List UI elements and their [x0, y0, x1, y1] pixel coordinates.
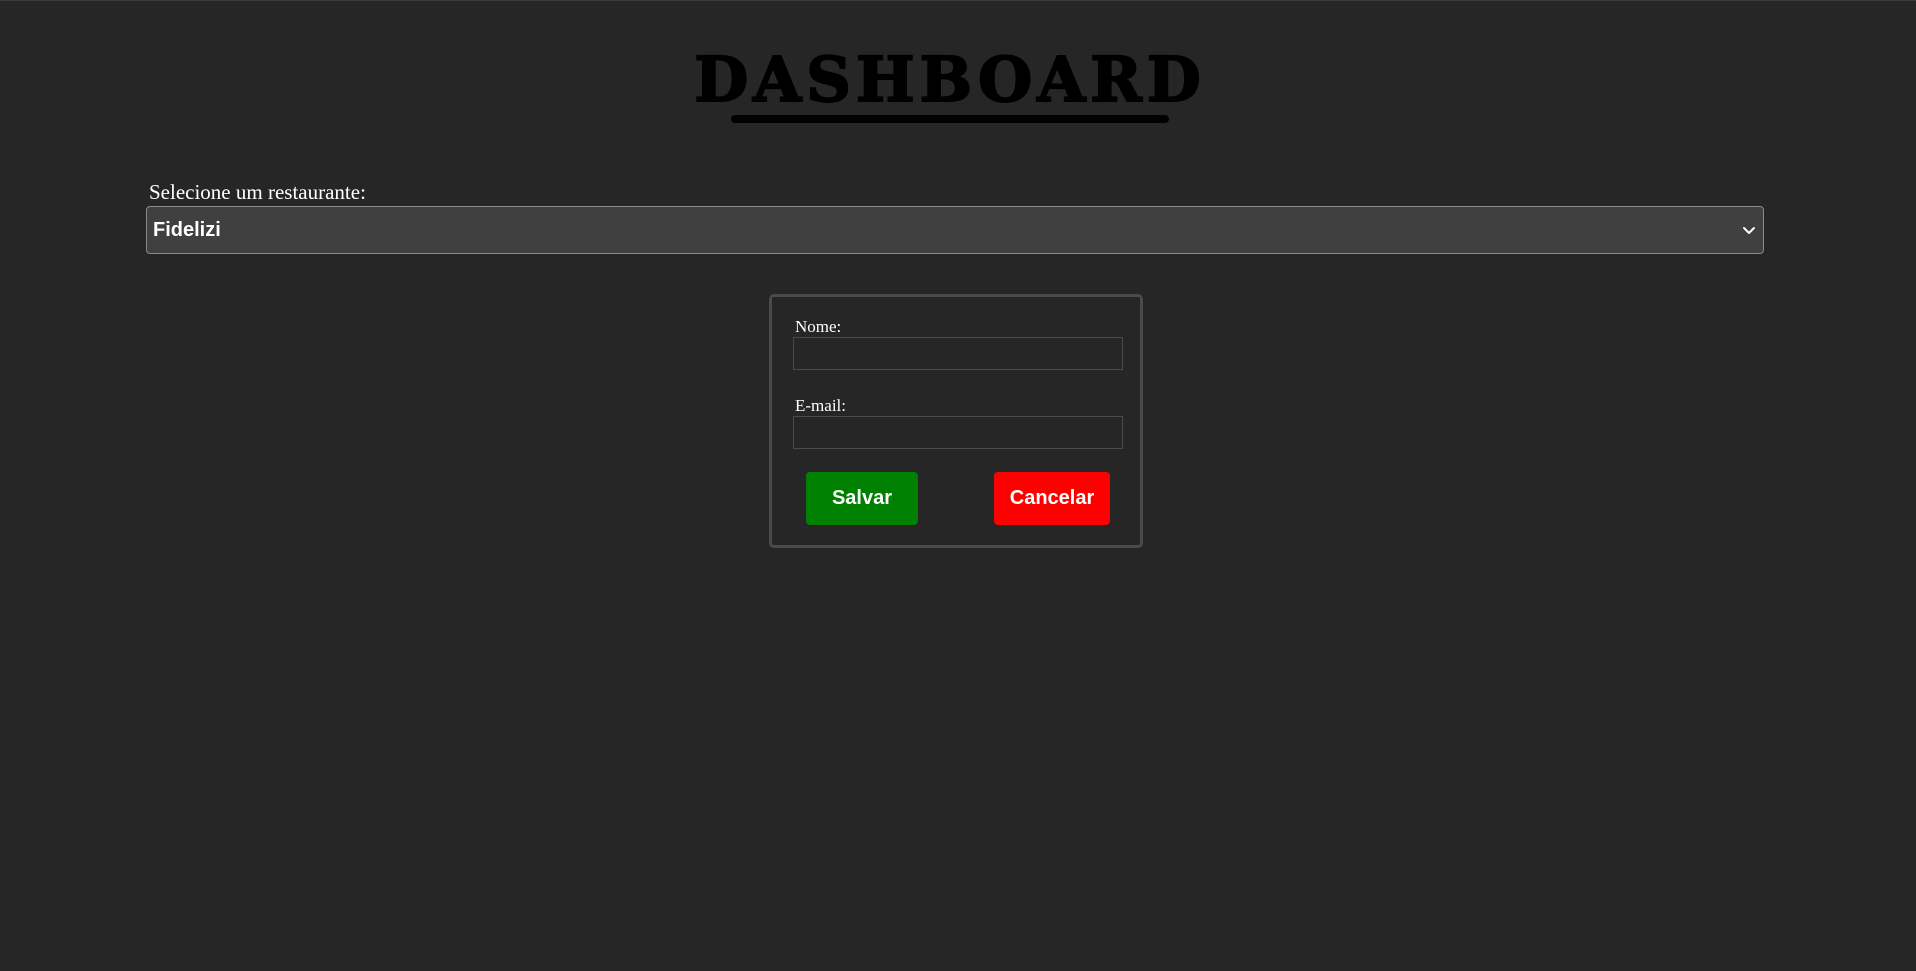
restaurant-select-label: Selecione um restaurante: [149, 180, 366, 204]
name-field-label: Nome: [795, 317, 842, 336]
top-divider [0, 0, 1916, 1]
user-form: Nome: E-mail: Salvar Cancelar [769, 294, 1143, 548]
title-underline [731, 115, 1169, 123]
restaurant-select[interactable]: Fidelizi [146, 206, 1764, 254]
cancel-button[interactable]: Cancelar [994, 472, 1110, 525]
email-field-label: E-mail: [795, 396, 846, 415]
chevron-down-icon [1743, 227, 1755, 234]
save-button[interactable]: Salvar [806, 472, 918, 525]
page-title: DASHBOARD [693, 42, 1206, 117]
name-field[interactable] [793, 337, 1123, 370]
restaurant-select-value: Fidelizi [153, 219, 221, 241]
email-field[interactable] [793, 416, 1123, 449]
